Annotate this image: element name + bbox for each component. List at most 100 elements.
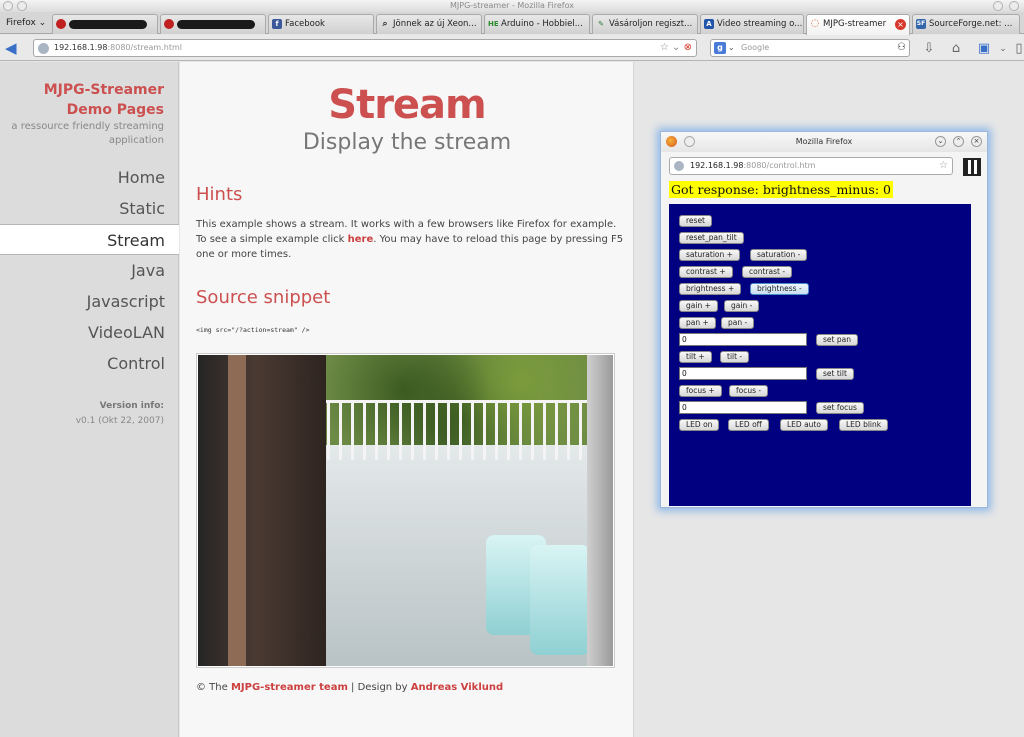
tab-video-streaming[interactable]: A Video streaming o...	[700, 14, 804, 34]
window-minimize-icon[interactable]	[993, 1, 1003, 11]
tab-label: Vásároljon regiszt...	[609, 19, 693, 29]
google-icon[interactable]: g	[714, 42, 726, 54]
popup-url-host: 192.168.1.98	[690, 161, 744, 170]
pan-minus-button[interactable]: pan -	[721, 317, 755, 329]
response-message: Got response: brightness_minus: 0	[669, 181, 893, 198]
sidebar-item-home[interactable]: Home	[0, 162, 179, 193]
globe-icon	[674, 161, 684, 171]
contrast-plus-button[interactable]: contrast +	[679, 266, 733, 278]
page-title: Stream	[328, 82, 486, 128]
reset-button[interactable]: reset	[679, 215, 712, 227]
led-auto-button[interactable]: LED auto	[780, 419, 828, 431]
sidebar-item-java[interactable]: Java	[0, 255, 179, 286]
saturation-minus-button[interactable]: saturation -	[750, 249, 808, 261]
led-blink-button[interactable]: LED blink	[839, 419, 889, 431]
page-subtitle: Display the stream	[302, 130, 512, 155]
popup-url-bar[interactable]: 192.168.1.98:8080/control.htm ☆	[669, 157, 953, 175]
facebook-icon: f	[272, 19, 282, 29]
dropdown-arrow-icon[interactable]: ⌄	[672, 42, 680, 53]
version-label: Version info:	[99, 401, 164, 411]
search-bar[interactable]: g ⌄ Google ⚇	[710, 39, 910, 57]
chevron-down-icon[interactable]: ⌄	[935, 136, 946, 147]
stream-post	[587, 355, 613, 666]
binoculars-icon[interactable]: ⚇	[897, 40, 906, 56]
tab-mjpg-streamer[interactable]: ◌ MJPG-streamer ×	[806, 14, 910, 35]
tab-facebook[interactable]: f Facebook	[268, 14, 374, 34]
control-popup-window: Mozilla Firefox ⌄ ⌃ × 192.168.1.98:8080/…	[660, 131, 988, 508]
pan-plus-button[interactable]: pan +	[679, 317, 716, 329]
sidebar-item-static[interactable]: Static	[0, 193, 179, 224]
set-pan-button[interactable]: set pan	[816, 334, 858, 346]
gain-plus-button[interactable]: gain +	[679, 300, 718, 312]
set-focus-button[interactable]: set focus	[816, 402, 864, 414]
led-on-button[interactable]: LED on	[679, 419, 720, 431]
firefox-menu-button[interactable]: Firefox ⌄	[2, 15, 50, 31]
brightness-plus-button[interactable]: brightness +	[679, 283, 742, 295]
set-tilt-button[interactable]: set tilt	[816, 368, 854, 380]
wrench-icon: ✎	[598, 20, 604, 28]
tilt-minus-button[interactable]: tilt -	[720, 351, 750, 363]
tab-arduino[interactable]: HE Arduino - Hobbiel...	[484, 14, 590, 34]
tab-label: Jönnek az új Xeon...	[393, 19, 477, 29]
footer-text: | Design by	[347, 682, 411, 693]
sidebar-item-videolan[interactable]: VideoLAN	[0, 317, 179, 348]
qr-code-icon[interactable]	[963, 158, 981, 176]
sidebar-item-javascript[interactable]: Javascript	[0, 286, 179, 317]
tab-redacted-1[interactable]	[52, 14, 158, 34]
sidebar-item-control[interactable]: Control	[0, 348, 179, 379]
stream-railing	[318, 400, 608, 460]
footer-text: © The	[196, 682, 231, 693]
led-off-button[interactable]: LED off	[728, 419, 769, 431]
url-bar[interactable]: 192.168.1.98:8080/stream.html ☆ ⌄ ⊗	[33, 39, 697, 57]
version-value: v0.1 (Okt 22, 2007)	[75, 416, 164, 426]
sidebar-item-stream[interactable]: Stream	[0, 224, 179, 255]
control-panel: reset reset_pan_tilt saturation + satura…	[669, 204, 971, 506]
overflow-icon[interactable]: ▯	[1010, 40, 1024, 58]
back-arrow-icon[interactable]: ◀	[5, 39, 23, 57]
stop-icon[interactable]: ⊗	[684, 42, 692, 53]
tab-vasaroljon[interactable]: ✎ Vásároljon regiszt...	[592, 14, 698, 34]
tilt-input[interactable]: 0	[679, 367, 807, 380]
bookmarks-icon[interactable]: ▣	[975, 40, 993, 58]
window-menu-icon[interactable]	[3, 1, 13, 11]
gain-minus-button[interactable]: gain -	[724, 300, 760, 312]
pan-input[interactable]: 0	[679, 333, 807, 346]
brightness-minus-button[interactable]: brightness -	[750, 283, 809, 295]
site-tagline: a ressource friendly streaming applicati…	[11, 121, 164, 146]
bookmark-star-icon[interactable]: ☆	[939, 158, 948, 174]
window-sticky-icon[interactable]	[17, 1, 27, 11]
close-icon[interactable]: ×	[971, 136, 982, 147]
here-link[interactable]: here	[348, 234, 374, 245]
focus-plus-button[interactable]: focus +	[679, 385, 722, 397]
tab-sourceforge[interactable]: SF SourceForge.net: ...	[912, 14, 1020, 34]
footer-author-link[interactable]: Andreas Viklund	[411, 682, 503, 693]
redacted-label	[177, 20, 255, 29]
source-snippet: <img src="/?action=stream" />	[196, 326, 310, 334]
stream-image-frame	[196, 353, 615, 668]
redacted-icon	[164, 19, 174, 29]
tilt-plus-button[interactable]: tilt +	[679, 351, 712, 363]
chevron-up-icon[interactable]: ⌃	[953, 136, 964, 147]
tab-xeon[interactable]: ⌕ Jönnek az új Xeon...	[376, 14, 482, 34]
site-brand[interactable]: MJPG-Streamer Demo Pages	[44, 80, 164, 120]
redacted-icon	[56, 19, 66, 29]
stream-image	[198, 355, 613, 666]
window-maximize-icon[interactable]	[1009, 1, 1019, 11]
page-footer: © The MJPG-streamer team | Design by And…	[196, 682, 503, 693]
tab-redacted-2[interactable]	[160, 14, 266, 34]
close-tab-icon[interactable]: ×	[895, 19, 906, 30]
brand-line-2: Demo Pages	[66, 102, 164, 118]
download-icon[interactable]: ⇩	[920, 40, 938, 58]
url-path: :8080/stream.html	[107, 43, 182, 52]
contrast-minus-button[interactable]: contrast -	[742, 266, 793, 278]
popup-sticky-icon[interactable]	[684, 136, 695, 147]
reset-pan-tilt-button[interactable]: reset_pan_tilt	[679, 232, 744, 244]
chevron-down-icon[interactable]: ⌄	[728, 40, 735, 56]
home-icon[interactable]: ⌂	[947, 40, 965, 58]
bookmark-star-icon[interactable]: ☆	[660, 42, 669, 53]
focus-minus-button[interactable]: focus -	[729, 385, 769, 397]
he-icon: HE	[488, 20, 499, 28]
focus-input[interactable]: 0	[679, 401, 807, 414]
footer-team-link[interactable]: MJPG-streamer team	[231, 682, 348, 693]
saturation-plus-button[interactable]: saturation +	[679, 249, 740, 261]
